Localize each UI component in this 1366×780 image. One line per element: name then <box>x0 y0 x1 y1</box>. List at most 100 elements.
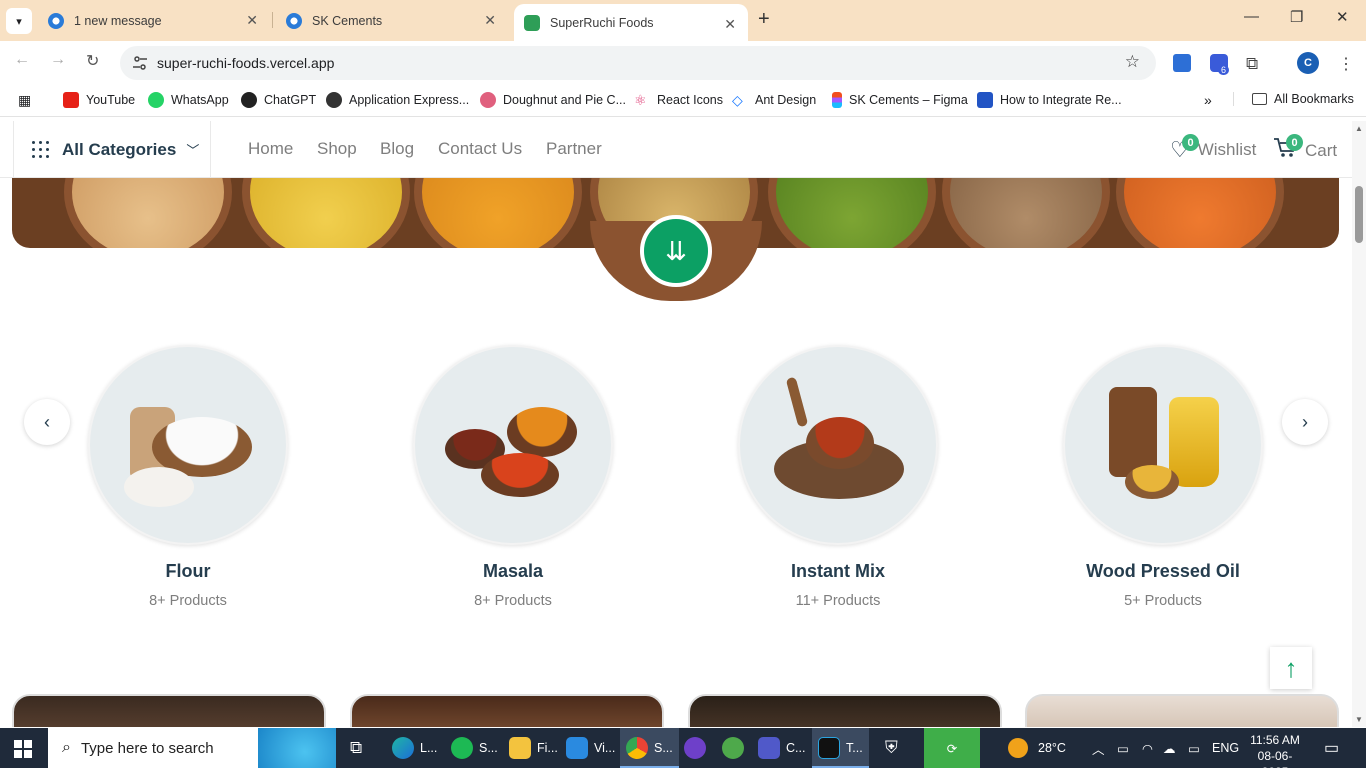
bookmark-chatgpt[interactable]: ChatGPT <box>241 92 316 108</box>
taskbar-app-tlauncher[interactable]: T... <box>812 728 869 768</box>
carousel-next-button[interactable]: › <box>1282 399 1328 445</box>
bookmark-doughnut-pie[interactable]: Doughnut and Pie C... <box>480 92 626 108</box>
bookmark-react-icons[interactable]: ⚛ React Icons <box>634 92 723 108</box>
scrollbar-thumb[interactable] <box>1355 186 1363 243</box>
arrow-up-icon: ↑ <box>1284 652 1298 683</box>
close-icon[interactable]: ✕ <box>724 16 736 33</box>
taskbar-app-teams[interactable]: C... <box>758 728 805 768</box>
category-card-flour[interactable]: Flour 8+ Products <box>88 345 288 609</box>
bookmark-sk-cements-figma[interactable]: SK Cements – Figma <box>832 92 968 108</box>
chevron-up-icon[interactable]: ︿ <box>1092 728 1105 768</box>
leaf-icon <box>722 737 744 759</box>
windows-taskbar: ⌕ Type here to search ⧉ L... S... Fi... … <box>0 728 1366 779</box>
bookmark-label: Application Express... <box>349 93 470 107</box>
address-bar[interactable]: super-ruchi-foods.vercel.app ☆ <box>120 46 1156 80</box>
taskbar-app-sync[interactable]: ⟳ <box>924 728 980 768</box>
carousel-prev-button[interactable]: ‹ <box>24 399 70 445</box>
bookmark-star-icon[interactable]: ☆ <box>1125 52 1140 72</box>
language-indicator[interactable]: ENG <box>1212 728 1239 768</box>
bookmark-whatsapp[interactable]: WhatsApp <box>148 92 229 108</box>
wishlist-link[interactable]: ♡ 0 Wishlist <box>1170 134 1256 163</box>
nav-contact-us[interactable]: Contact Us <box>438 139 522 159</box>
scroll-down-arrow-icon[interactable]: ▼ <box>1355 715 1363 724</box>
react-icon: ⚛ <box>634 92 647 108</box>
tab-title: SuperRuchi Foods <box>550 15 654 30</box>
forward-icon[interactable]: → <box>50 51 66 69</box>
clock-date: 08-06-2025 <box>1257 749 1293 779</box>
browser-tab-strip: ▾ 1 new message ✕ SK Cements ✕ SuperRuch… <box>0 0 1366 41</box>
windows-start-icon[interactable] <box>14 740 32 758</box>
site-info-icon[interactable] <box>132 55 148 71</box>
apps-grid-icon[interactable]: ▦ <box>18 92 31 109</box>
category-card-wood-pressed-oil[interactable]: Wood Pressed Oil 5+ Products <box>1063 345 1263 609</box>
close-icon[interactable]: ✕ <box>246 12 258 29</box>
page-scrollbar[interactable]: ▲ ▼ <box>1352 121 1366 727</box>
clock-time: 11:56 AM <box>1250 733 1300 747</box>
nav-partner[interactable]: Partner <box>546 139 602 159</box>
more-menu-icon[interactable]: ⋮ <box>1338 54 1356 73</box>
device-icon[interactable]: ▭ <box>1117 728 1129 768</box>
promo-card[interactable] <box>688 694 1002 727</box>
minimize-icon[interactable]: — <box>1244 8 1259 25</box>
nav-home[interactable]: Home <box>248 139 293 159</box>
taskbar-app-spotify[interactable]: S... <box>451 728 498 768</box>
taskbar-app-vscode[interactable]: Vi... <box>566 728 615 768</box>
web-page: All Categories ﹀ Home Shop Blog Contact … <box>0 121 1352 727</box>
all-categories-dropdown[interactable]: All Categories ﹀ <box>13 121 211 178</box>
taskbar-app-file-explorer[interactable]: Fi... <box>509 728 558 768</box>
wifi-icon[interactable]: ◠ <box>1142 728 1153 768</box>
battery-icon[interactable]: ▭ <box>1188 728 1200 768</box>
scroll-down-button[interactable]: ⇊ <box>640 215 712 287</box>
bookmarks-bar: ▦ YouTube WhatsApp ChatGPT Application E… <box>0 85 1366 117</box>
profile-avatar[interactable]: C <box>1297 52 1319 74</box>
nav-shop[interactable]: Shop <box>317 139 357 159</box>
category-count: 8+ Products <box>474 593 552 609</box>
all-bookmarks-folder[interactable]: All Bookmarks <box>1233 92 1354 106</box>
restore-icon[interactable]: ❐ <box>1290 8 1303 26</box>
cloud-icon[interactable]: ☁ <box>1163 728 1176 768</box>
bookmark-youtube[interactable]: YouTube <box>63 92 135 108</box>
search-placeholder: Type here to search <box>80 739 214 757</box>
system-clock[interactable]: 11:56 AM 08-06-2025 <box>1245 732 1305 780</box>
close-window-icon[interactable]: ✕ <box>1336 8 1349 26</box>
nav-blog[interactable]: Blog <box>380 139 414 159</box>
wishlist-count-badge: 0 <box>1182 134 1199 151</box>
scroll-up-arrow-icon[interactable]: ▲ <box>1355 124 1363 133</box>
taskbar-app-mongodb[interactable] <box>722 728 750 768</box>
weather-widget[interactable]: 28°C <box>1008 728 1066 768</box>
bookmark-how-to-integrate[interactable]: How to Integrate Re... <box>977 92 1122 108</box>
github-icon <box>684 737 706 759</box>
extension-icon[interactable] <box>1173 54 1191 72</box>
puzzle-extensions-icon[interactable]: ⧉ <box>1246 54 1264 73</box>
chevron-left-icon: ‹ <box>44 411 50 432</box>
notification-icon[interactable]: ▭ <box>1324 728 1339 768</box>
tab-1[interactable]: 1 new message ✕ <box>38 0 270 41</box>
category-name: Masala <box>482 561 544 581</box>
tab-search-button[interactable]: ▾ <box>6 8 32 34</box>
category-card-instant-mix[interactable]: Instant Mix 11+ Products <box>738 345 938 609</box>
close-icon[interactable]: ✕ <box>484 12 496 29</box>
back-to-top-button[interactable]: ↑ <box>1270 647 1312 689</box>
promo-card[interactable] <box>12 694 326 727</box>
reload-icon[interactable]: ↻ <box>86 51 99 71</box>
taskbar-app-label: S... <box>479 741 498 755</box>
tab-2[interactable]: SK Cements ✕ <box>276 0 508 41</box>
promo-card[interactable] <box>1025 694 1339 727</box>
bookmark-application-express[interactable]: Application Express... <box>326 92 469 108</box>
new-tab-icon[interactable]: + <box>758 8 770 31</box>
eye-favicon-icon <box>286 12 302 29</box>
bookmark-ant-design[interactable]: ◇ Ant Design <box>732 92 816 108</box>
taskbar-app-github[interactable] <box>684 728 712 768</box>
taskbar-app-edge[interactable]: L... <box>392 728 437 768</box>
tab-3-active[interactable]: SuperRuchi Foods ✕ <box>514 4 748 41</box>
taskbar-app-chrome[interactable]: S... <box>620 728 679 768</box>
cart-link[interactable]: 0 Cart <box>1273 134 1337 164</box>
shield-icon[interactable]: ⛨ <box>885 728 898 768</box>
task-view-icon[interactable]: ⧉ <box>350 728 362 768</box>
back-icon[interactable]: ← <box>14 51 30 69</box>
promo-card[interactable] <box>350 694 664 727</box>
chevron-double-right-icon[interactable]: » <box>1204 92 1212 108</box>
taskbar-app-label: L... <box>420 741 438 755</box>
taskbar-search-box[interactable]: ⌕ Type here to search <box>48 728 336 768</box>
category-card-masala[interactable]: Masala 8+ Products <box>413 345 613 609</box>
